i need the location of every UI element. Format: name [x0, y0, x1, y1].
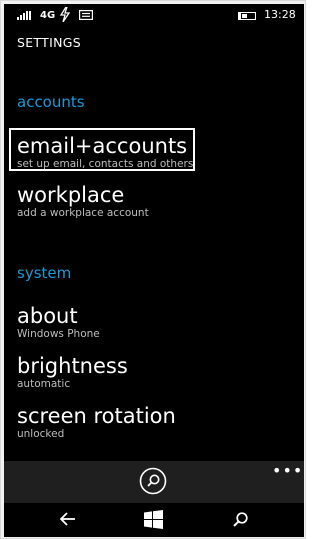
clock: 13:28: [264, 8, 296, 21]
network-type: 4G: [40, 10, 56, 21]
message-icon: [79, 10, 93, 20]
more-options-button[interactable]: •••: [272, 461, 303, 480]
page-title: SETTINGS: [17, 35, 81, 50]
phone-screen: 4G 13:28 SETTINGS accounts email+account…: [4, 4, 304, 537]
list-item-screen-rotation[interactable]: screen rotation unlocked: [17, 404, 176, 441]
search-icon[interactable]: [139, 467, 167, 495]
data-sync-icon: [59, 7, 71, 22]
windows-start-icon[interactable]: [144, 510, 163, 529]
item-title: email+accounts: [17, 134, 188, 158]
item-subtitle: add a workplace account: [17, 207, 149, 219]
app-bar: •••: [4, 461, 304, 503]
section-header-system: system: [17, 264, 72, 282]
list-item-about[interactable]: about Windows Phone: [17, 304, 100, 341]
signal-icon: [17, 11, 34, 20]
item-subtitle: set up email, contacts and others: [17, 158, 194, 170]
item-subtitle: unlocked: [17, 428, 65, 440]
section-header-accounts: accounts: [17, 93, 85, 111]
item-title: workplace: [17, 183, 125, 207]
list-item-email-accounts[interactable]: email+accounts set up email, contacts an…: [17, 134, 193, 171]
search-icon[interactable]: [233, 512, 248, 527]
device-frame: 4G 13:28 SETTINGS accounts email+account…: [0, 0, 306, 539]
navigation-bar: [4, 503, 304, 537]
battery-icon: [238, 12, 256, 20]
item-subtitle: Windows Phone: [17, 328, 100, 340]
item-title: about: [17, 304, 78, 328]
status-bar: 4G 13:28: [4, 4, 304, 26]
list-item-workplace[interactable]: workplace add a workplace account: [17, 183, 149, 220]
item-title: screen rotation: [17, 404, 176, 428]
item-subtitle: automatic: [17, 378, 71, 390]
item-title: brightness: [17, 354, 128, 378]
list-item-brightness[interactable]: brightness automatic: [17, 354, 128, 391]
back-icon[interactable]: [60, 512, 76, 526]
